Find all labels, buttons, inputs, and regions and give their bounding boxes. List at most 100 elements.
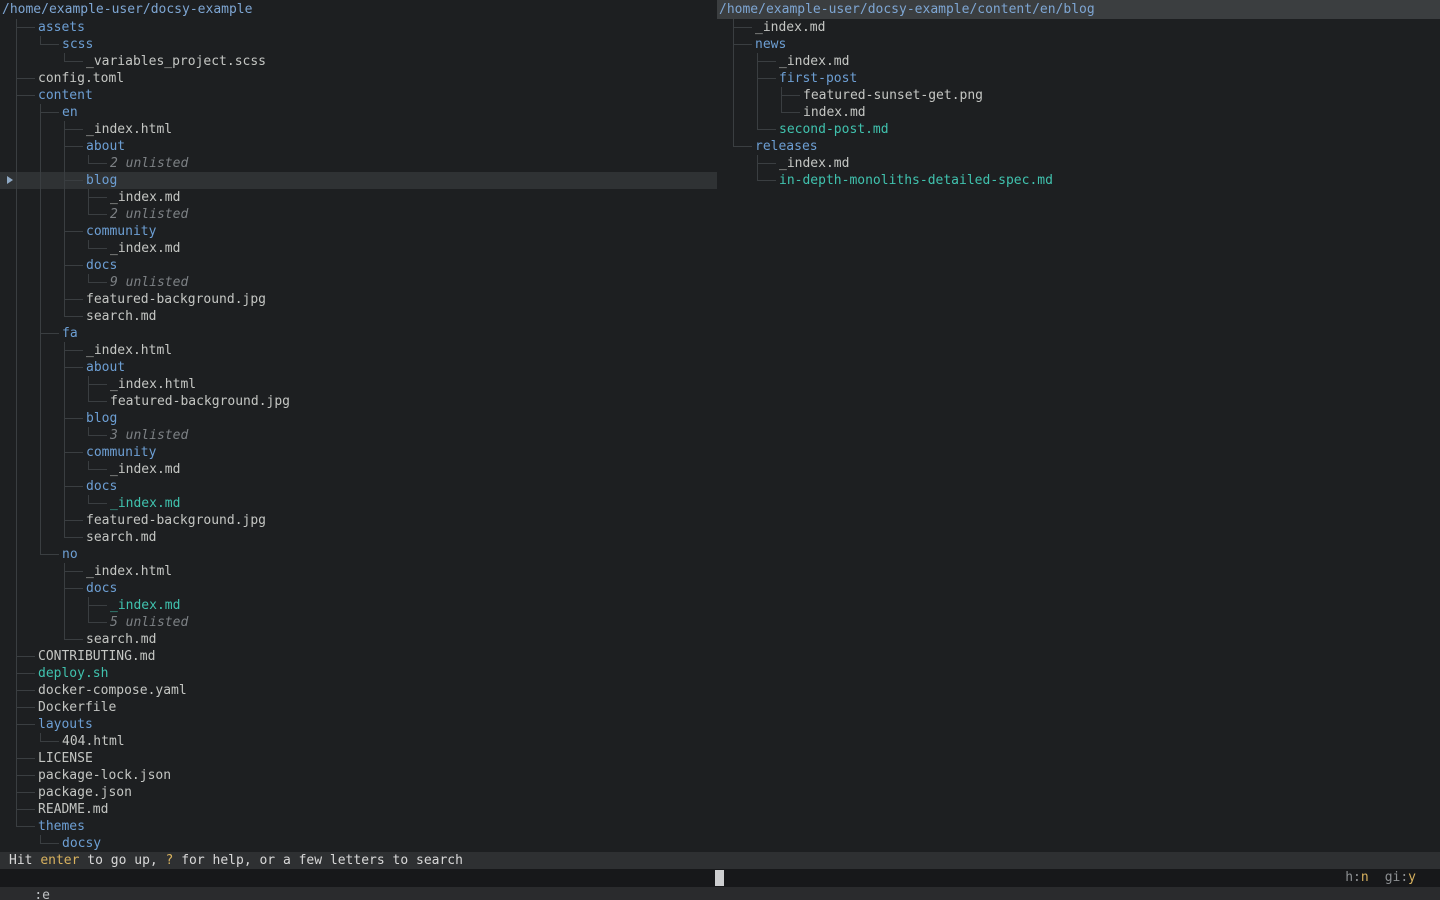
file-label: package.json (38, 784, 132, 801)
tree-row[interactable]: fa (0, 325, 717, 342)
tree-row[interactable]: featured-background.jpg (0, 393, 717, 410)
directory-label: about (86, 138, 125, 155)
tree-row[interactable]: LICENSE (0, 750, 717, 767)
panel-right-path[interactable]: /home/example-user/docsy-example/content… (717, 0, 1440, 19)
tree-row[interactable]: layouts (0, 716, 717, 733)
panel-left-path[interactable]: /home/example-user/docsy-example (0, 0, 717, 19)
tree-row[interactable]: docs (0, 257, 717, 274)
tree-row[interactable]: 2 unlisted (0, 206, 717, 223)
tree-branch (38, 461, 62, 478)
tree-branch (14, 784, 38, 801)
tree-row[interactable]: community (0, 223, 717, 240)
tree-row[interactable]: _index.md (0, 461, 717, 478)
tree-branch (38, 257, 62, 274)
tree-branch (86, 240, 110, 257)
tree-row[interactable]: featured-sunset-get.png (717, 87, 1440, 104)
directory-label: news (755, 36, 786, 53)
tree-row[interactable]: en (0, 104, 717, 121)
tree-row[interactable]: second-post.md (717, 121, 1440, 138)
tree-branch (14, 53, 38, 70)
tree-branch (755, 121, 779, 138)
tree-row[interactable]: docs (0, 580, 717, 597)
tree-row[interactable]: 5 unlisted (0, 614, 717, 631)
tree-branch (62, 291, 86, 308)
tree-row[interactable]: CONTRIBUTING.md (0, 648, 717, 665)
status-key-hint: enter (40, 853, 79, 868)
tree-row[interactable]: about (0, 138, 717, 155)
tree-branch (38, 155, 62, 172)
tree-row-selected[interactable]: blog (0, 172, 717, 189)
tree-row[interactable]: package-lock.json (0, 767, 717, 784)
tree-row[interactable]: config.toml (0, 70, 717, 87)
tree-row[interactable]: _index.md (717, 155, 1440, 172)
tree-row[interactable]: featured-background.jpg (0, 512, 717, 529)
tree-row[interactable]: deploy.sh (0, 665, 717, 682)
selection-arrow-icon (7, 176, 13, 184)
tree-row[interactable]: content (0, 87, 717, 104)
tree-row[interactable]: _index.md (0, 240, 717, 257)
command-input[interactable]: :e (31, 888, 50, 900)
tree-row[interactable]: _index.md (0, 495, 717, 512)
tree-branch (86, 495, 110, 512)
tree-row[interactable]: about (0, 359, 717, 376)
tree-row[interactable]: _variables_project.scss (0, 53, 717, 70)
tree-row[interactable]: docs (0, 478, 717, 495)
tree-row[interactable]: docker-compose.yaml (0, 682, 717, 699)
tree-row[interactable]: themes (0, 818, 717, 835)
tree-row[interactable]: _index.html (0, 342, 717, 359)
tree-row[interactable]: community (0, 444, 717, 461)
file-label: deploy.sh (38, 665, 108, 682)
tree-row[interactable]: 404.html (0, 733, 717, 750)
tree-row[interactable]: 3 unlisted (0, 427, 717, 444)
tree-row[interactable]: search.md (0, 308, 717, 325)
tree-row[interactable]: 9 unlisted (0, 274, 717, 291)
tree-row[interactable]: in-depth-monoliths-detailed-spec.md (717, 172, 1440, 189)
tree-branch (86, 189, 110, 206)
tree-row[interactable]: search.md (0, 631, 717, 648)
directory-label: content (38, 87, 93, 104)
tree-branch (14, 87, 38, 104)
tree-row[interactable]: docsy (0, 835, 717, 852)
tree-row[interactable]: blog (0, 410, 717, 427)
tree-row[interactable]: _index.html (0, 376, 717, 393)
tree-row[interactable]: assets (0, 19, 717, 36)
tree-row[interactable]: 2 unlisted (0, 155, 717, 172)
tree-row[interactable]: index.md (717, 104, 1440, 121)
tree-row[interactable]: featured-background.jpg (0, 291, 717, 308)
tree-row[interactable]: _index.md (717, 53, 1440, 70)
tree-row[interactable]: _index.html (0, 563, 717, 580)
tree-row[interactable]: _index.md (717, 19, 1440, 36)
tree-row[interactable]: no (0, 546, 717, 563)
tree-branch (755, 155, 779, 172)
tree-row[interactable]: releases (717, 138, 1440, 155)
tree-branch (14, 835, 38, 852)
tree-row[interactable]: _index.md (0, 189, 717, 206)
tree-branch (86, 597, 110, 614)
tree-branch (755, 70, 779, 87)
tree-row[interactable]: _index.md (0, 597, 717, 614)
tree-branch (14, 614, 38, 631)
tree-row[interactable]: news (717, 36, 1440, 53)
tree-row[interactable]: search.md (0, 529, 717, 546)
tree-branch (86, 206, 110, 223)
tree-branch (14, 733, 38, 750)
tree-row[interactable]: package.json (0, 784, 717, 801)
tree-row[interactable]: scss (0, 36, 717, 53)
tree-branch (14, 172, 38, 189)
file-label: _index.md (110, 597, 180, 614)
tree-branch (14, 580, 38, 597)
tree-row[interactable]: first-post (717, 70, 1440, 87)
tree-branch (38, 546, 62, 563)
input-row: :e h:ngi:y (0, 869, 1440, 887)
tree-row[interactable]: README.md (0, 801, 717, 818)
tree-row[interactable]: _index.html (0, 121, 717, 138)
tree-branch (38, 393, 62, 410)
tree-branch (731, 87, 755, 104)
status-text: to go up, (79, 853, 165, 868)
tree-branch (38, 529, 62, 546)
tree-branch (38, 631, 62, 648)
tree-branch (14, 512, 38, 529)
tree-branch (731, 138, 755, 155)
tree-branch (62, 495, 86, 512)
tree-row[interactable]: Dockerfile (0, 699, 717, 716)
